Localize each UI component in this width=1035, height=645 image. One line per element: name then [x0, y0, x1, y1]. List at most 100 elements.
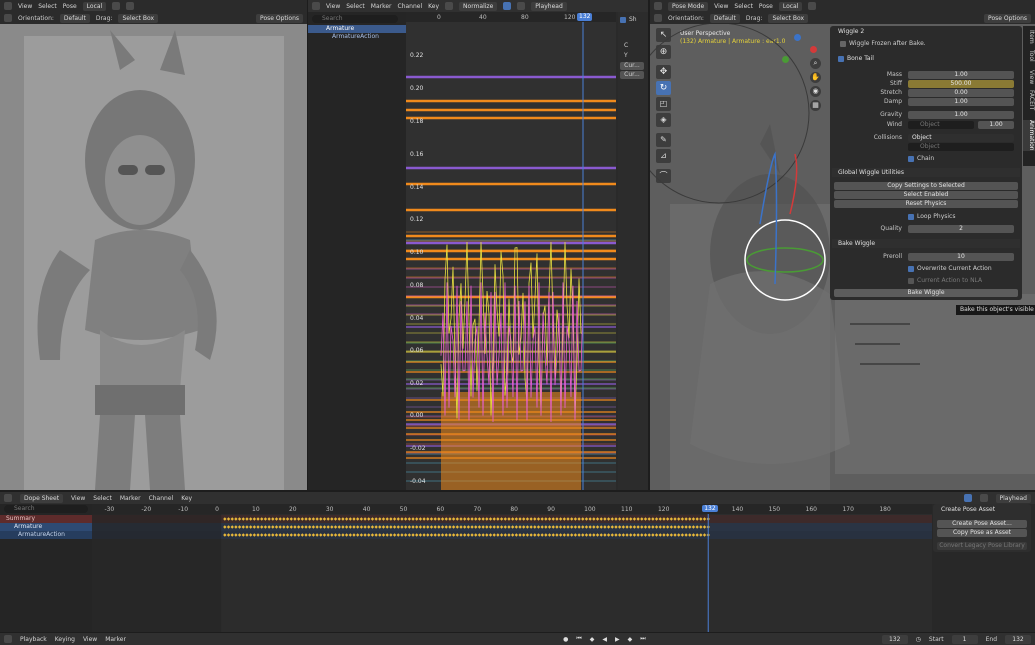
- tab-view[interactable]: View: [1023, 70, 1035, 84]
- editor-type-icon[interactable]: [312, 2, 320, 10]
- search-input[interactable]: Search: [312, 15, 398, 23]
- camera-icon[interactable]: ◉: [810, 86, 821, 97]
- damp-field[interactable]: 1.00: [908, 98, 1014, 106]
- editor-type-icon[interactable]: [4, 494, 12, 502]
- menu-view[interactable]: View: [18, 3, 32, 10]
- editor-type-icon[interactable]: [4, 2, 12, 10]
- dope-keyframe-area[interactable]: -30 -20 -10 0 10 20 30 40 50 60 70 80 90 100 110 120 132…: [92, 504, 932, 632]
- tool-icon[interactable]: [4, 14, 12, 22]
- tool-icon[interactable]: [654, 14, 662, 22]
- snap-icon[interactable]: [517, 2, 526, 10]
- mode-dropdown[interactable]: Pose Mode: [668, 1, 709, 11]
- tab-item[interactable]: Item: [1023, 30, 1035, 44]
- clock-icon[interactable]: ◷: [916, 636, 921, 643]
- quality-field[interactable]: 2: [908, 225, 1014, 233]
- pose-options-button[interactable]: Pose Options: [984, 13, 1031, 23]
- snap-icon[interactable]: [808, 2, 817, 10]
- channel-armature[interactable]: Armature: [308, 25, 406, 33]
- drag-dropdown[interactable]: Select Box: [118, 13, 159, 23]
- menu-select[interactable]: Select: [38, 3, 57, 10]
- bake-wiggle-header[interactable]: Bake Wiggle: [832, 239, 1020, 248]
- cursor-to-button[interactable]: Cur...: [620, 62, 644, 70]
- snap-icon[interactable]: [112, 2, 121, 10]
- normalize-toggle[interactable]: Normalize: [459, 1, 498, 11]
- snap-icon[interactable]: [979, 494, 988, 502]
- gizmo-z-axis[interactable]: [794, 34, 801, 41]
- gizmo-y-axis[interactable]: [782, 56, 789, 63]
- cursor-value-button[interactable]: Cur...: [620, 71, 644, 79]
- filter-icon[interactable]: [963, 494, 972, 502]
- menu-channel[interactable]: Channel: [398, 3, 423, 10]
- bake-wiggle-button[interactable]: Bake Wiggle: [834, 289, 1018, 297]
- filter-icon[interactable]: [503, 2, 512, 10]
- end-frame-field[interactable]: 132: [1005, 634, 1031, 644]
- editor-type-icon[interactable]: [4, 635, 12, 643]
- start-frame-field[interactable]: 1: [951, 634, 978, 644]
- pose-options-button[interactable]: Pose Options: [256, 13, 303, 23]
- normalize-icon[interactable]: [445, 2, 454, 10]
- menu-key[interactable]: Key: [181, 495, 192, 502]
- bone-tail-toggle[interactable]: Bone Tail: [838, 55, 874, 62]
- current-frame-badge[interactable]: 132: [577, 13, 593, 21]
- channel-armature-action[interactable]: ArmatureAction: [308, 33, 406, 41]
- play-icon[interactable]: ▶: [615, 636, 620, 643]
- menu-select[interactable]: Select: [346, 3, 365, 10]
- transform-orientation-dropdown[interactable]: Local: [82, 1, 107, 11]
- jump-start-icon[interactable]: ⏮: [576, 635, 581, 643]
- orientation-dropdown[interactable]: Default: [709, 13, 740, 23]
- menu-pose[interactable]: Pose: [63, 3, 77, 10]
- copy-pose-asset-button[interactable]: Copy Pose as Asset: [937, 529, 1027, 537]
- channel-summary[interactable]: Summary: [0, 515, 92, 523]
- gizmo-x-axis[interactable]: [810, 46, 817, 53]
- select-enabled-button[interactable]: Select Enabled: [834, 191, 1018, 199]
- grid-icon[interactable]: ▦: [810, 100, 821, 111]
- tab-faceit[interactable]: FACEIT: [1023, 90, 1035, 110]
- tab-animation[interactable]: Animation: [1023, 120, 1035, 151]
- pose-asset-title[interactable]: Create Pose Asset: [935, 505, 1029, 514]
- collisions-object-field[interactable]: Object: [908, 143, 1014, 151]
- graph-curve-area[interactable]: 0 40 80 120 132 0.22 0.20 0.18 0.16 0.14…: [406, 12, 616, 490]
- loop-physics-checkbox[interactable]: Loop Physics: [908, 213, 955, 220]
- convert-legacy-button[interactable]: Convert Legacy Pose Library: [937, 542, 1027, 550]
- left-viewport[interactable]: View Select Pose Local Orientation: Defa…: [0, 0, 307, 490]
- pan-icon[interactable]: ✋: [810, 72, 821, 83]
- menu-channel[interactable]: Channel: [149, 495, 174, 502]
- menu-view[interactable]: View: [71, 495, 85, 502]
- global-utilities-header[interactable]: Global Wiggle Utilities: [832, 168, 1020, 177]
- search-input[interactable]: Search: [4, 505, 88, 513]
- channel-armature[interactable]: Armature: [0, 523, 92, 531]
- menu-marker[interactable]: Marker: [371, 3, 392, 10]
- right-viewport[interactable]: Pose Mode View Select Pose Local Orienta…: [650, 0, 1035, 490]
- editor-type-icon[interactable]: [654, 2, 662, 10]
- orientation-dropdown[interactable]: Default: [59, 13, 90, 23]
- tab-tool[interactable]: Tool: [1023, 50, 1035, 62]
- graph-editor[interactable]: View Select Marker Channel Key Normalize…: [308, 0, 648, 490]
- current-frame-badge[interactable]: 132: [702, 505, 718, 512]
- stretch-field[interactable]: 0.00: [908, 89, 1014, 97]
- menu-key[interactable]: Key: [428, 3, 439, 10]
- menu-marker[interactable]: Marker: [105, 636, 126, 643]
- stiff-field[interactable]: 500.00: [908, 80, 1014, 88]
- action-to-nla-checkbox[interactable]: Current Action to NLA: [908, 277, 982, 284]
- collisions-type-dropdown[interactable]: Object: [908, 134, 1014, 142]
- wind-object-field[interactable]: Object: [908, 121, 974, 129]
- menu-view[interactable]: View: [83, 636, 97, 643]
- zoom-icon[interactable]: ⌕: [810, 58, 821, 69]
- menu-view[interactable]: View: [714, 3, 728, 10]
- proportional-icon[interactable]: [126, 2, 135, 10]
- chain-checkbox[interactable]: Chain: [908, 155, 934, 162]
- playhead-dropdown[interactable]: Playhead: [995, 493, 1031, 503]
- record-icon[interactable]: ●: [563, 636, 568, 643]
- jump-end-icon[interactable]: ⏭: [640, 635, 645, 643]
- show-only-selected-checkbox[interactable]: Sh: [620, 16, 648, 24]
- prev-key-icon[interactable]: ◆: [590, 636, 595, 643]
- wiggle-panel-title[interactable]: Wiggle 2: [832, 27, 1020, 36]
- playhead-dropdown[interactable]: Playhead: [531, 1, 567, 11]
- dope-sheet-mode-dropdown[interactable]: Dope Sheet: [20, 493, 64, 503]
- menu-view[interactable]: View: [326, 3, 340, 10]
- menu-keying[interactable]: Keying: [55, 636, 75, 643]
- transform-orientation-dropdown[interactable]: Local: [778, 1, 803, 11]
- play-reverse-icon[interactable]: ◀: [602, 636, 607, 643]
- gravity-field[interactable]: 1.00: [908, 111, 1014, 119]
- menu-pose[interactable]: Pose: [759, 3, 773, 10]
